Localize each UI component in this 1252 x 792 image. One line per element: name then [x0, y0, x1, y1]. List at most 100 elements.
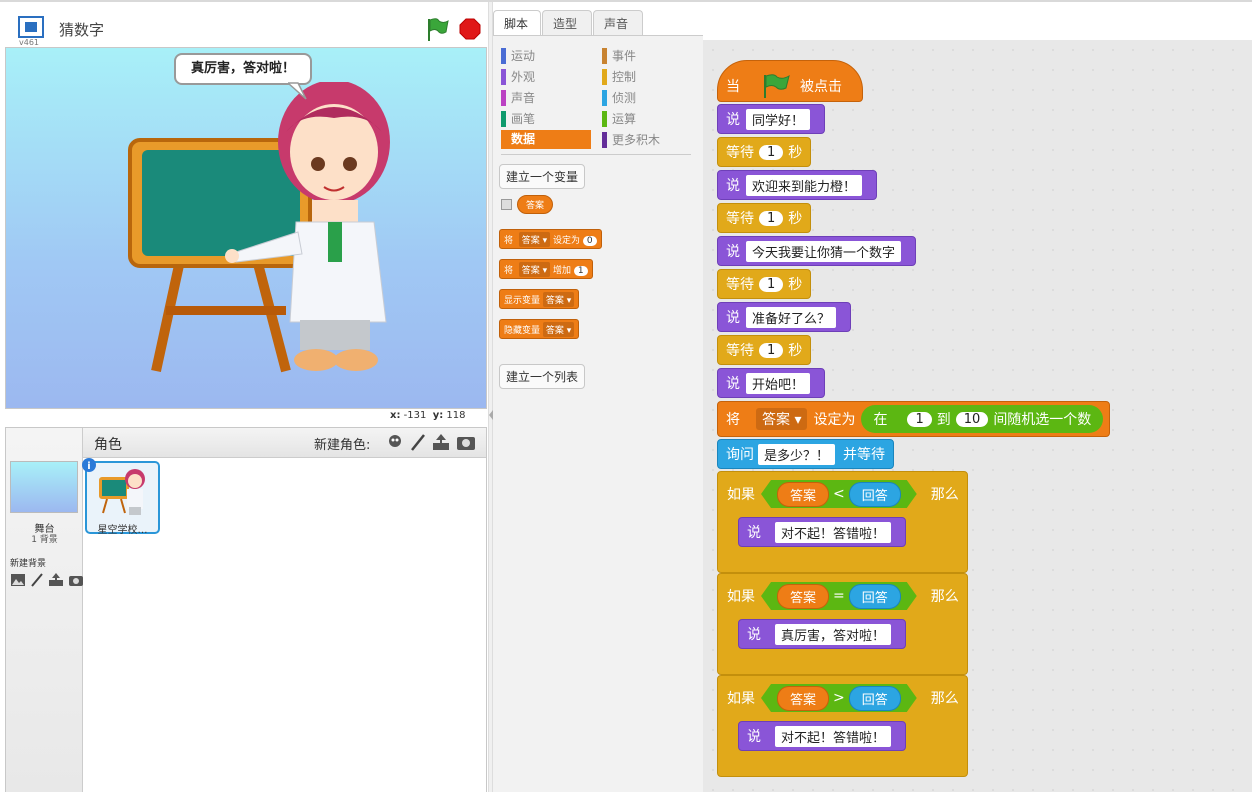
- tab-costumes[interactable]: 造型: [542, 10, 592, 36]
- variable-dropdown[interactable]: 答案 ▾: [542, 322, 575, 337]
- project-title[interactable]: 猜数字: [59, 19, 104, 40]
- camera-backdrop-icon[interactable]: [68, 573, 84, 587]
- value-input[interactable]: 1: [573, 266, 588, 276]
- category-control[interactable]: 控制: [602, 68, 636, 86]
- sprite-name: 星空学校…: [97, 525, 148, 536]
- mouse-y-value: 118: [446, 410, 466, 421]
- tab-scripts[interactable]: 脚本: [493, 10, 541, 36]
- less-than-block[interactable]: 答案 < 回答: [761, 480, 917, 508]
- value-input[interactable]: 0: [582, 236, 597, 246]
- variable-dropdown[interactable]: 答案 ▾: [542, 292, 575, 307]
- when-flag-clicked-block[interactable]: 当 被点击: [717, 60, 863, 102]
- wait-seconds-input[interactable]: 1: [759, 210, 784, 226]
- say-text-input[interactable]: 开始吧！: [746, 372, 811, 394]
- say-block[interactable]: 说真厉害，答对啦！: [738, 619, 907, 649]
- category-events[interactable]: 事件: [602, 47, 636, 65]
- sprite-tile[interactable]: i 星空学校…: [82, 458, 160, 536]
- paint-sprite-icon[interactable]: [410, 433, 426, 451]
- say-block[interactable]: 说对不起！答错啦！: [738, 517, 907, 547]
- greater-than-block[interactable]: 答案 > 回答: [761, 684, 917, 712]
- say-text-input[interactable]: 准备好了么？: [746, 306, 837, 328]
- random-from-input[interactable]: 1: [907, 411, 932, 427]
- answer-reporter[interactable]: 回答: [849, 482, 901, 507]
- block-text: 秒: [788, 343, 803, 359]
- say-block[interactable]: 说同学好！: [717, 104, 826, 134]
- camera-sprite-icon[interactable]: [456, 433, 476, 451]
- scripts-area[interactable]: 当 被点击 说同学好！ 等待 1 秒 说欢迎来到能力橙！ 等待 1 秒 说今天我要让你猜…: [703, 40, 1252, 792]
- variable-reporter[interactable]: 答案: [777, 584, 829, 609]
- category-color-bar: [501, 111, 506, 127]
- if-header: 如果 答案 < 回答 那么: [718, 472, 969, 516]
- stage-canvas[interactable]: 真厉害，答对啦！: [5, 47, 487, 409]
- stage-backdrop-count: 1 背景: [31, 535, 58, 545]
- paint-backdrop-icon[interactable]: [30, 573, 44, 587]
- say-block[interactable]: 说今天我要让你猜一个数字: [717, 236, 917, 266]
- set-variable-block[interactable]: 将 答案 ▾ 设定为 在 1 到 10 间随机选一个数: [717, 401, 1111, 437]
- block-text: 等待: [726, 343, 754, 359]
- c-arm: [718, 720, 738, 760]
- category-motion[interactable]: 运动: [501, 47, 535, 65]
- wait-seconds-input[interactable]: 1: [759, 342, 784, 358]
- make-list-button[interactable]: 建立一个列表: [499, 364, 586, 389]
- info-icon[interactable]: i: [81, 457, 97, 473]
- say-text-input[interactable]: 同学好！: [746, 108, 811, 130]
- block-text: 那么: [930, 691, 959, 707]
- if-then-block[interactable]: 如果 答案 < 回答 那么 说对不起！答错啦！: [717, 471, 968, 573]
- variable-dropdown[interactable]: 答案 ▾: [518, 262, 551, 277]
- answer-reporter[interactable]: 回答: [849, 686, 901, 711]
- variable-dropdown[interactable]: 答案 ▾: [756, 408, 808, 430]
- wait-block[interactable]: 等待 1 秒: [717, 335, 812, 365]
- make-variable-button[interactable]: 建立一个变量: [499, 164, 586, 189]
- wait-seconds-input[interactable]: 1: [759, 144, 784, 160]
- category-data[interactable]: 数据: [501, 130, 591, 149]
- choose-sprite-library-icon[interactable]: [386, 433, 404, 451]
- say-block[interactable]: 说欢迎来到能力橙！: [717, 170, 878, 200]
- tab-sounds[interactable]: 声音: [593, 10, 643, 36]
- say-block[interactable]: 说开始吧！: [717, 368, 826, 398]
- variable-reporter[interactable]: 答案: [777, 482, 829, 507]
- green-flag-icon[interactable]: [425, 16, 449, 42]
- variable-reporter[interactable]: 答案: [777, 686, 829, 711]
- change-variable-block[interactable]: 将 答案 ▾ 增加 1: [499, 259, 593, 279]
- ask-and-wait-block[interactable]: 询问 是多少？！ 并等待: [717, 439, 895, 469]
- if-then-block[interactable]: 如果 答案 > 回答 那么 说对不起！答错啦！: [717, 675, 968, 777]
- equals-block[interactable]: 答案 = 回答: [761, 582, 917, 610]
- say-block[interactable]: 说对不起！答错啦！: [738, 721, 907, 751]
- variable-dropdown[interactable]: 答案 ▾: [518, 232, 551, 247]
- answer-reporter[interactable]: 回答: [849, 584, 901, 609]
- set-variable-block[interactable]: 将 答案 ▾ 设定为 0: [499, 229, 602, 249]
- pick-random-block[interactable]: 在 1 到 10 间随机选一个数: [861, 405, 1104, 433]
- choose-backdrop-library-icon[interactable]: [10, 573, 26, 587]
- say-text-input[interactable]: 今天我要让你猜一个数字: [746, 240, 902, 262]
- say-text-input[interactable]: 对不起！答错啦！: [775, 725, 892, 747]
- ask-question-input[interactable]: 是多少？！: [758, 443, 836, 465]
- upload-backdrop-icon[interactable]: [48, 573, 64, 587]
- if-then-block[interactable]: 如果 答案 = 回答 那么 说真厉害，答对啦！: [717, 573, 968, 675]
- wait-block[interactable]: 等待 1 秒: [717, 203, 812, 233]
- variable-reporter[interactable]: 答案: [517, 195, 554, 214]
- category-sound[interactable]: 声音: [501, 89, 535, 107]
- upload-sprite-icon[interactable]: [432, 433, 450, 451]
- say-text-input[interactable]: 真厉害，答对啦！: [775, 623, 892, 645]
- category-label: 运动: [511, 49, 536, 63]
- category-sensing[interactable]: 侦测: [602, 89, 636, 107]
- category-more-blocks[interactable]: 更多积木: [602, 131, 660, 149]
- hide-variable-block[interactable]: 隐藏变量 答案 ▾: [499, 319, 580, 339]
- wait-block[interactable]: 等待 1 秒: [717, 137, 812, 167]
- fullscreen-icon[interactable]: [18, 16, 44, 38]
- stop-icon[interactable]: [459, 18, 481, 40]
- category-looks[interactable]: 外观: [501, 68, 535, 86]
- say-text-input[interactable]: 欢迎来到能力橙！: [746, 174, 863, 196]
- random-to-input[interactable]: 10: [955, 411, 989, 427]
- block-text: 将: [726, 412, 740, 428]
- wait-block[interactable]: 等待 1 秒: [717, 269, 812, 299]
- stage-thumbnail[interactable]: [10, 461, 78, 513]
- say-text-input[interactable]: 对不起！答错啦！: [775, 521, 892, 543]
- category-operators[interactable]: 运算: [602, 110, 636, 128]
- say-block[interactable]: 说准备好了么？: [717, 302, 852, 332]
- variable-checkbox[interactable]: [501, 199, 512, 210]
- teacher-character[interactable]: [216, 82, 406, 382]
- category-pen[interactable]: 画笔: [501, 110, 535, 128]
- wait-seconds-input[interactable]: 1: [759, 276, 784, 292]
- show-variable-block[interactable]: 显示变量 答案 ▾: [499, 289, 580, 309]
